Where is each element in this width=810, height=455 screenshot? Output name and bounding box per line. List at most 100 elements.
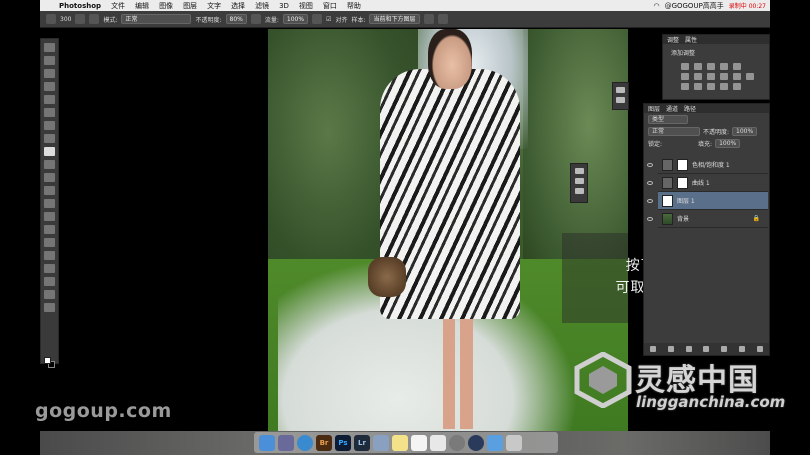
tab-properties[interactable]: 属性 bbox=[685, 35, 697, 44]
eraser-tool-icon[interactable] bbox=[44, 173, 55, 182]
menu-image[interactable]: 图像 bbox=[154, 1, 178, 11]
histogram-icon[interactable] bbox=[616, 87, 625, 93]
new-adjustment-icon[interactable] bbox=[703, 346, 710, 352]
finder-icon[interactable] bbox=[259, 434, 275, 451]
layer-row[interactable]: 色相/饱和度 1 bbox=[647, 156, 768, 174]
aligned-checkbox[interactable]: ☑ bbox=[326, 16, 331, 23]
menu-type[interactable]: 文字 bbox=[202, 1, 226, 11]
new-group-icon[interactable] bbox=[721, 346, 728, 352]
tab-adjustments[interactable]: 调整 bbox=[667, 35, 679, 44]
color-balance-icon[interactable] bbox=[694, 73, 702, 80]
layer-opacity-input[interactable]: 100% bbox=[732, 126, 758, 136]
curves-icon[interactable] bbox=[707, 63, 715, 70]
airbrush-icon[interactable] bbox=[312, 14, 323, 24]
brush-size[interactable]: 300 bbox=[60, 16, 71, 23]
gradient-map-icon[interactable] bbox=[720, 83, 728, 90]
brightness-icon[interactable] bbox=[681, 63, 689, 70]
foreground-color-swatch[interactable] bbox=[44, 357, 51, 364]
quicktime-icon[interactable] bbox=[468, 434, 484, 451]
marquee-tool-icon[interactable] bbox=[44, 56, 55, 65]
notes-icon[interactable] bbox=[392, 434, 408, 451]
delete-layer-icon[interactable] bbox=[756, 346, 763, 352]
preview-icon[interactable] bbox=[373, 434, 389, 451]
photoshop-icon[interactable]: Ps bbox=[335, 434, 351, 451]
visibility-eye-icon[interactable] bbox=[647, 198, 653, 203]
layer-row[interactable]: 曲线 1 bbox=[647, 174, 768, 192]
hand-tool-icon[interactable] bbox=[44, 277, 55, 286]
tab-channels[interactable]: 通道 bbox=[666, 104, 678, 113]
pressure-size-icon[interactable] bbox=[437, 14, 448, 24]
rectangle-tool-icon[interactable] bbox=[44, 264, 55, 273]
vibrance-icon[interactable] bbox=[733, 63, 741, 70]
ignore-adjustment-icon[interactable] bbox=[423, 14, 434, 24]
visibility-eye-icon[interactable] bbox=[647, 180, 653, 185]
healing-brush-tool-icon[interactable] bbox=[44, 121, 55, 130]
levels-icon[interactable] bbox=[694, 63, 702, 70]
sample-select[interactable]: 当前和下方图层 bbox=[369, 14, 420, 24]
blend-mode-select[interactable]: 正常 bbox=[648, 126, 700, 136]
launchpad-icon[interactable] bbox=[278, 434, 294, 451]
menu-window[interactable]: 窗口 bbox=[318, 1, 342, 11]
pen-tool-icon[interactable] bbox=[44, 225, 55, 234]
menu-edit[interactable]: 编辑 bbox=[130, 1, 154, 11]
quick-select-tool-icon[interactable] bbox=[44, 82, 55, 91]
menu-layer[interactable]: 图层 bbox=[178, 1, 202, 11]
visibility-eye-icon[interactable] bbox=[647, 162, 653, 167]
menu-help[interactable]: 帮助 bbox=[342, 1, 366, 11]
photo-filter-icon[interactable] bbox=[720, 73, 728, 80]
threshold-icon[interactable] bbox=[707, 83, 715, 90]
more-tools-icon[interactable] bbox=[44, 303, 55, 312]
trash-icon[interactable] bbox=[506, 434, 522, 451]
history-brush-tool-icon[interactable] bbox=[44, 160, 55, 169]
brush-tool-icon[interactable] bbox=[44, 134, 55, 143]
safari-icon[interactable] bbox=[297, 434, 313, 451]
bridge-icon[interactable]: Br bbox=[316, 434, 332, 451]
system-preferences-icon[interactable] bbox=[449, 434, 465, 451]
clone-stamp-tool-icon[interactable] bbox=[44, 147, 55, 156]
blur-tool-icon[interactable] bbox=[44, 199, 55, 208]
invert-icon[interactable] bbox=[681, 83, 689, 90]
play-icon[interactable] bbox=[616, 97, 625, 103]
visibility-eye-icon[interactable] bbox=[647, 216, 653, 221]
calendar-icon[interactable] bbox=[411, 434, 427, 451]
menu-view[interactable]: 视图 bbox=[294, 1, 318, 11]
layer-filter-select[interactable]: 类型 bbox=[648, 114, 688, 124]
exposure-icon[interactable] bbox=[720, 63, 728, 70]
tab-layers[interactable]: 图层 bbox=[648, 104, 660, 113]
zoom-tool-icon[interactable] bbox=[44, 290, 55, 299]
clone-source-icon[interactable] bbox=[89, 14, 100, 24]
menu-filter[interactable]: 滤镜 bbox=[250, 1, 274, 11]
fill-input[interactable]: 100% bbox=[715, 138, 741, 148]
layer-style-icon[interactable] bbox=[667, 346, 674, 352]
dodge-tool-icon[interactable] bbox=[44, 212, 55, 221]
folder-icon[interactable] bbox=[487, 434, 503, 451]
mode-select[interactable]: 正常 bbox=[121, 14, 192, 24]
color-lookup-icon[interactable] bbox=[746, 73, 754, 80]
layer-row[interactable]: 背景 🔒 bbox=[647, 210, 768, 228]
add-mask-icon[interactable] bbox=[685, 346, 692, 352]
brush-panel-icon[interactable] bbox=[75, 14, 86, 24]
photos-icon[interactable] bbox=[430, 434, 446, 451]
wifi-icon[interactable]: ◠ bbox=[653, 2, 659, 10]
channel-mixer-icon[interactable] bbox=[733, 73, 741, 80]
flow-input[interactable]: 100% bbox=[282, 14, 309, 24]
hue-saturation-icon[interactable] bbox=[681, 73, 689, 80]
selective-color-icon[interactable] bbox=[733, 83, 741, 90]
new-layer-icon[interactable] bbox=[739, 346, 746, 352]
type-tool-icon[interactable] bbox=[44, 238, 55, 247]
layer-row[interactable]: 图层 1 bbox=[647, 192, 768, 210]
lasso-tool-icon[interactable] bbox=[44, 69, 55, 78]
opacity-input[interactable]: 80% bbox=[225, 14, 247, 24]
gradient-tool-icon[interactable] bbox=[44, 186, 55, 195]
tab-paths[interactable]: 路径 bbox=[684, 104, 696, 113]
brush-presets-icon[interactable] bbox=[574, 178, 584, 184]
link-layers-icon[interactable] bbox=[649, 346, 656, 352]
menu-3d[interactable]: 3D bbox=[274, 2, 294, 10]
clone-source-panel-icon[interactable] bbox=[574, 168, 584, 174]
path-select-tool-icon[interactable] bbox=[44, 251, 55, 260]
menu-file[interactable]: 文件 bbox=[106, 1, 130, 11]
move-tool-icon[interactable] bbox=[44, 43, 55, 52]
lightroom-icon[interactable]: Lr bbox=[354, 434, 370, 451]
crop-tool-icon[interactable] bbox=[44, 95, 55, 104]
posterize-icon[interactable] bbox=[694, 83, 702, 90]
